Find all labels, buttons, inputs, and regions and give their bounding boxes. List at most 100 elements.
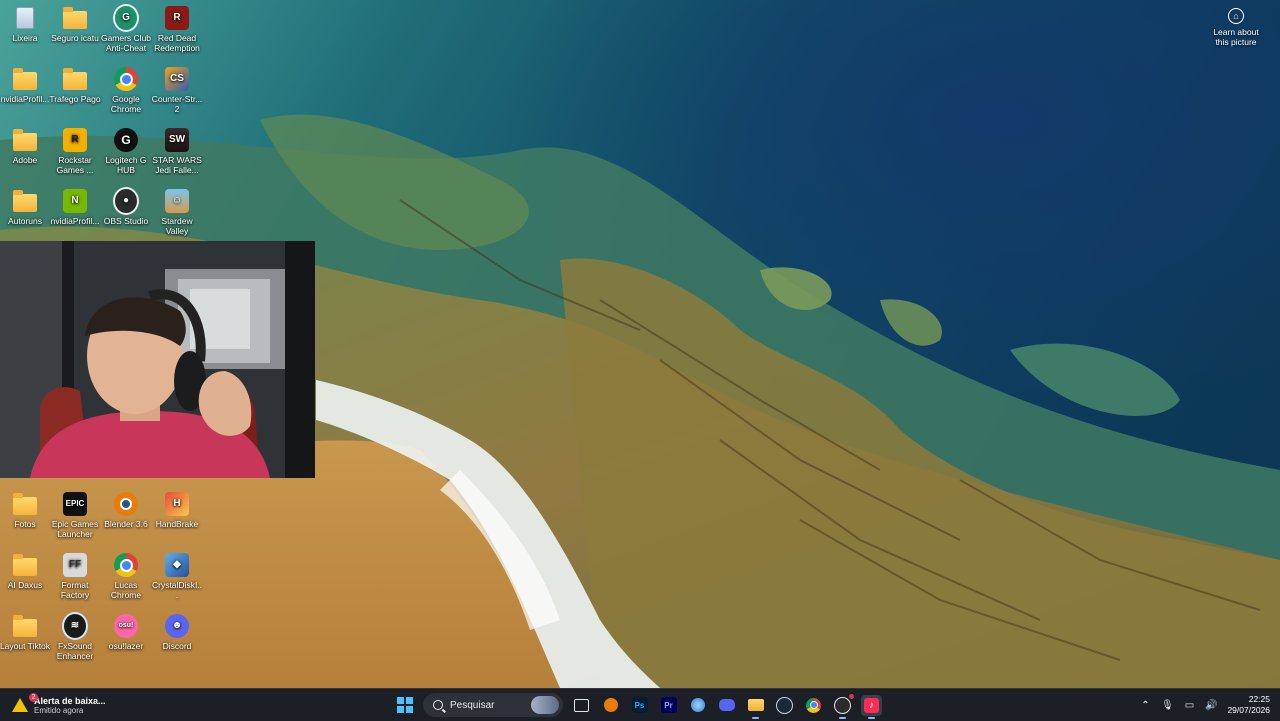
search-icon	[433, 700, 443, 710]
task-view-button[interactable]	[571, 695, 592, 716]
folder-icon	[62, 5, 88, 31]
desktop-icon-stardew[interactable]: ☺ Stardew Valley	[151, 188, 203, 236]
logitech-icon: G	[113, 127, 139, 153]
taskbar-blender[interactable]	[600, 695, 621, 716]
webcam-frame-art	[0, 241, 315, 478]
desktop-icon-autoruns[interactable]: Autoruns	[0, 188, 51, 226]
taskbar: 2 Alerta de baixa... Emitido agora Pesqu…	[0, 688, 1280, 721]
crystaldisk-icon: ◆	[164, 552, 190, 578]
folder-icon	[12, 188, 38, 214]
folder-icon	[12, 491, 38, 517]
desktop-icon-fxsound[interactable]: ≋ FxSound Enhancer	[49, 612, 101, 661]
volume-icon[interactable]: 🔊	[1205, 699, 1217, 711]
taskbar-photoshop[interactable]: Ps	[629, 695, 650, 716]
chrome-icon	[113, 552, 139, 578]
microphone-icon[interactable]: 🎙	[1161, 699, 1174, 711]
start-button[interactable]	[394, 695, 415, 716]
system-tray: ⌃ 🎙 ▭ 🔊 22:25 29/07/2026	[1139, 693, 1270, 717]
desktop-icon-google-chrome[interactable]: Google Chrome	[100, 66, 152, 114]
desktop-icon-gamers-club[interactable]: G Gamers Club Anti-Cheat	[100, 4, 152, 53]
task-view-icon	[574, 698, 589, 712]
file-explorer-icon	[747, 699, 764, 711]
folder-icon	[12, 66, 38, 92]
blender-icon	[603, 698, 618, 712]
folder-icon	[12, 127, 38, 153]
osu-icon: osu!	[113, 613, 139, 639]
folder-icon	[12, 613, 38, 639]
desktop-icon-layout-tiktok[interactable]: Layout Tiktok	[0, 613, 51, 651]
taskbar-obs[interactable]	[832, 693, 854, 719]
chrome-icon	[806, 697, 821, 713]
desktop-icon-blender[interactable]: Blender 3.6	[100, 491, 152, 529]
gamers-club-icon: G	[113, 4, 139, 32]
spotlight-icon: ⌂	[1228, 8, 1244, 24]
desktop-icon-star-wars[interactable]: SW STAR WARS Jedi Falle...	[151, 127, 203, 175]
clock-time: 22:25	[1248, 694, 1270, 704]
search-highlight-icon	[531, 696, 559, 714]
desktop-icon-format-factory[interactable]: FF Format Factory	[49, 552, 101, 600]
desktop-icon-osu[interactable]: osu! osu!lazer	[100, 613, 152, 651]
format-factory-icon: FF	[62, 552, 88, 578]
notification-badge: 2	[29, 693, 38, 702]
desktop-icon-recycle-bin[interactable]: Lixeira	[0, 5, 51, 43]
fxsound-icon: ≋	[62, 612, 88, 640]
taskbar-file-explorer[interactable]	[745, 695, 766, 719]
steam-icon	[776, 696, 793, 714]
desktop-icon-ai-daxus[interactable]: AI Daxus	[0, 552, 51, 590]
stardew-icon: ☺	[164, 188, 190, 214]
desktop-icon-rockstar[interactable]: R Rockstar Games ...	[49, 127, 101, 175]
desktop-icon-fotos[interactable]: Fotos	[0, 491, 51, 529]
tiktok-icon: ♪	[864, 697, 879, 713]
desktop-icon-nvidia-profile-1[interactable]: nvidiaProfil...	[0, 66, 51, 104]
webcam-overlay	[0, 241, 315, 478]
folder-icon	[12, 552, 38, 578]
network-icon[interactable]: ▭	[1183, 699, 1195, 711]
desktop-icon-handbrake[interactable]: H HandBrake	[151, 491, 203, 529]
desktop-icon-logitech[interactable]: G Logitech G HUB	[100, 127, 152, 175]
learn-about-picture[interactable]: ⌂ Learn about this picture	[1206, 8, 1266, 47]
handbrake-icon: H	[164, 491, 190, 517]
premiere-icon: Pr	[660, 697, 677, 713]
desktop-icon-discord[interactable]: ☻ Discord	[151, 613, 203, 651]
taskbar-clock[interactable]: 22:25 29/07/2026	[1227, 694, 1270, 716]
taskbar-discord[interactable]	[716, 695, 737, 716]
desktop-icon-nvidia-profile-2[interactable]: N nvidiaProfil...	[49, 188, 101, 226]
notification-title: Alerta de baixa...	[34, 695, 106, 706]
desktop-icon-trafego-pago[interactable]: Trafego Pago	[49, 66, 101, 104]
obs-icon: ●	[113, 187, 139, 215]
blender-icon	[113, 491, 139, 517]
desktop-icon-epic-games[interactable]: EPIC Epic Games Launcher	[49, 491, 101, 539]
notification-subtitle: Emitido agora	[34, 705, 84, 715]
search-placeholder: Pesquisar	[450, 699, 495, 711]
taskbar-chrome[interactable]	[803, 695, 824, 716]
desktop-icon-obs[interactable]: ● OBS Studio	[100, 187, 152, 226]
taskbar-premiere[interactable]: Pr	[658, 695, 679, 716]
chrome-icon	[113, 66, 139, 92]
folder-icon	[62, 66, 88, 92]
desktop-icon-lucas-chrome[interactable]: Lucas Chrome	[100, 552, 152, 600]
rockstar-icon: R	[62, 127, 88, 153]
desktop-icon-seguro-icatu[interactable]: Seguro icatu	[49, 5, 101, 43]
taskbar-tiktok[interactable]: ♪	[861, 694, 882, 719]
photoshop-icon: Ps	[631, 697, 648, 713]
desktop-icon-adobe[interactable]: Adobe	[0, 127, 51, 165]
discord-icon: ☻	[164, 613, 190, 639]
taskbar-steam[interactable]	[774, 695, 795, 716]
counter-strike-icon: CS	[164, 66, 190, 92]
desktop-icon-counter-strike[interactable]: CS Counter-Str... 2	[151, 66, 203, 114]
obs-icon	[834, 693, 854, 714]
epic-games-icon: EPIC	[62, 491, 88, 517]
taskbar-notification[interactable]: 2 Alerta de baixa... Emitido agora	[12, 693, 106, 717]
taskbar-search[interactable]: Pesquisar	[423, 693, 563, 717]
nvidia-icon: N	[62, 188, 88, 214]
taskbar-blue-app[interactable]	[687, 695, 708, 716]
desktop-icon-crystaldisk[interactable]: ◆ CrystalDiskI...	[151, 552, 203, 600]
desktop-icon-red-dead[interactable]: R Red Dead Redemption	[151, 5, 203, 53]
chevron-up-icon[interactable]: ⌃	[1139, 699, 1151, 711]
warning-icon: 2	[12, 693, 38, 712]
recycle-bin-icon	[12, 5, 38, 31]
windows-icon	[396, 697, 413, 713]
discord-icon	[718, 699, 735, 711]
taskbar-apps: Pesquisar Ps Pr ♪	[394, 692, 882, 719]
clock-date: 29/07/2026	[1227, 705, 1270, 715]
